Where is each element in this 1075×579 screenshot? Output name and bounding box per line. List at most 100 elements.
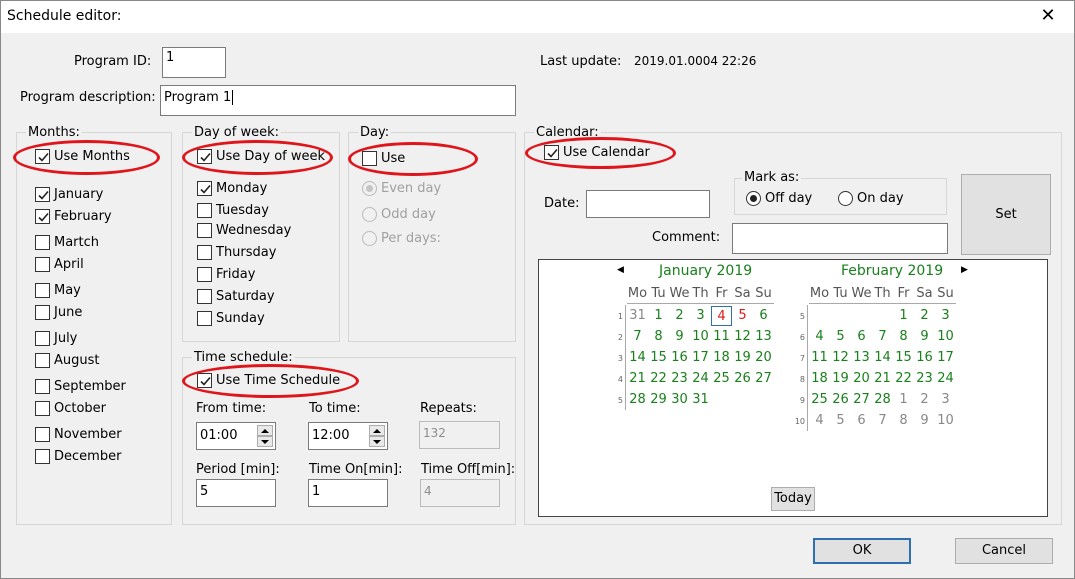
checkbox-box[interactable] [197,311,212,326]
calendar-day-cell[interactable]: 5 [830,411,851,431]
calendar-day-cell[interactable]: 2 [914,306,935,326]
calendar-day-cell[interactable]: 17 [690,348,711,368]
calendar-day-cell[interactable]: 25 [809,390,830,410]
calendar-day-cell[interactable]: 3 [935,306,956,326]
calendar-day-cell[interactable]: 2 [914,390,935,410]
day-checkbox-tuesday[interactable]: Tuesday [197,203,269,218]
previous-month-icon[interactable]: ◀ [617,265,624,275]
checkbox-box[interactable] [35,209,50,224]
close-icon[interactable]: ✕ [1034,5,1062,29]
calendar-day-cell[interactable]: 25 [711,369,732,389]
calendar-day-cell[interactable]: 7 [872,327,893,347]
checkbox-box[interactable] [35,257,50,272]
checkbox-box[interactable] [35,427,50,442]
calendar-day-cell[interactable]: 8 [648,327,669,347]
calendar-day-cell[interactable]: 1 [893,390,914,410]
calendar-day-cell[interactable]: 9 [669,327,690,347]
calendar-day-cell[interactable]: 12 [830,348,851,368]
on-day-radio[interactable]: On day [838,191,904,206]
use-calendar-checkbox[interactable]: Use Calendar [544,145,650,160]
spin-up-icon[interactable] [369,425,385,436]
calendar-day-cell[interactable]: 9 [914,411,935,431]
calendar-day-cell[interactable]: 16 [669,348,690,368]
use-day-of-week-checkbox[interactable]: Use Day of week [197,149,325,164]
calendar-day-cell[interactable]: 24 [690,369,711,389]
calendar-day-cell[interactable]: 8 [893,411,914,431]
calendar-day-cell[interactable]: 1 [893,306,914,326]
calendar-day-cell[interactable]: 2 [669,306,690,326]
month-checkbox-february[interactable]: February [35,209,112,224]
checkbox-box[interactable] [35,187,50,202]
date-field[interactable] [586,190,710,218]
time-on-field[interactable]: 1 [308,479,388,507]
off-day-radio[interactable]: Off day [746,191,812,206]
checkbox-box[interactable] [197,267,212,282]
program-id-field[interactable]: 1 [162,47,226,78]
checkbox-box[interactable] [197,245,212,260]
checkbox-box[interactable] [35,449,50,464]
calendar-day-cell[interactable]: 18 [711,348,732,368]
month-checkbox-martch[interactable]: Martch [35,235,99,250]
calendar-day-cell[interactable]: 19 [830,369,851,389]
checkbox-box[interactable] [197,289,212,304]
use-months-checkbox[interactable]: Use Months [35,149,130,164]
calendar-day-cell[interactable]: 3 [690,306,711,326]
checkbox-box[interactable] [197,373,212,388]
calendar-day-cell[interactable]: 4 [809,327,830,347]
calendar-day-cell[interactable]: 10 [935,327,956,347]
from-time-spinner[interactable]: 01:00 [196,422,276,450]
calendar-day-cell[interactable]: 12 [732,327,753,347]
calendar-day-cell[interactable]: 6 [753,306,774,326]
calendar-day-cell[interactable]: 20 [851,369,872,389]
calendar-day-cell[interactable]: 20 [753,348,774,368]
calendar-day-cell[interactable]: 23 [669,369,690,389]
calendar-day-cell[interactable]: 19 [732,348,753,368]
spin-down-icon[interactable] [257,436,273,447]
month-checkbox-april[interactable]: April [35,257,84,272]
month-checkbox-october[interactable]: October [35,401,106,416]
calendar-month-title[interactable]: January 2019 [659,263,752,279]
calendar-day-cell[interactable]: 30 [669,390,690,410]
spin-up-icon[interactable] [257,425,273,436]
checkbox-box[interactable] [197,149,212,164]
day-checkbox-wednesday[interactable]: Wednesday [197,223,291,238]
checkbox-box[interactable] [197,223,212,238]
day-checkbox-monday[interactable]: Monday [197,181,267,196]
checkbox-box[interactable] [35,283,50,298]
calendar-day-cell[interactable]: 16 [914,348,935,368]
month-checkbox-september[interactable]: September [35,379,126,394]
calendar-day-cell[interactable]: 22 [893,369,914,389]
next-month-icon[interactable]: ▶ [961,265,968,275]
calendar-day-cell[interactable]: 5 [732,306,753,326]
calendar-day-cell[interactable]: 26 [830,390,851,410]
calendar-day-cell[interactable]: 21 [627,369,648,389]
calendar-day-cell[interactable]: 28 [872,390,893,410]
calendar-day-cell[interactable]: 14 [872,348,893,368]
month-checkbox-january[interactable]: January [35,187,103,202]
calendar-day-cell[interactable]: 26 [732,369,753,389]
calendar-day-cell[interactable]: 15 [893,348,914,368]
checkbox-box[interactable] [35,149,50,164]
calendar-day-cell[interactable]: 28 [627,390,648,410]
ok-button[interactable]: OK [813,538,911,564]
use-day-checkbox[interactable]: Use [362,151,405,166]
calendar-day-cell[interactable]: 17 [935,348,956,368]
calendar-day-cell[interactable]: 5 [830,327,851,347]
calendar-day-cell[interactable]: 4 [809,411,830,431]
calendar-day-cell[interactable]: 6 [851,327,872,347]
calendar-day-cell[interactable]: 29 [648,390,669,410]
checkbox-box[interactable] [35,353,50,368]
checkbox-box[interactable] [35,235,50,250]
day-checkbox-saturday[interactable]: Saturday [197,289,275,304]
month-calendar[interactable]: ◀ ▶ January 2019 Mo Tu We Th Fr Sa Su 1 2 3 4 5 31 1 2 3… [538,259,1048,517]
calendar-day-cell[interactable]: 31 [627,306,648,326]
calendar-day-cell[interactable]: 1 [648,306,669,326]
calendar-day-cell[interactable]: 10 [690,327,711,347]
calendar-day-cell[interactable]: 7 [872,411,893,431]
month-checkbox-august[interactable]: August [35,353,100,368]
calendar-day-cell[interactable]: 8 [893,327,914,347]
month-checkbox-november[interactable]: November [35,427,122,442]
calendar-day-cell[interactable]: 22 [648,369,669,389]
comment-field[interactable] [732,223,948,254]
calendar-day-cell[interactable]: 23 [914,369,935,389]
